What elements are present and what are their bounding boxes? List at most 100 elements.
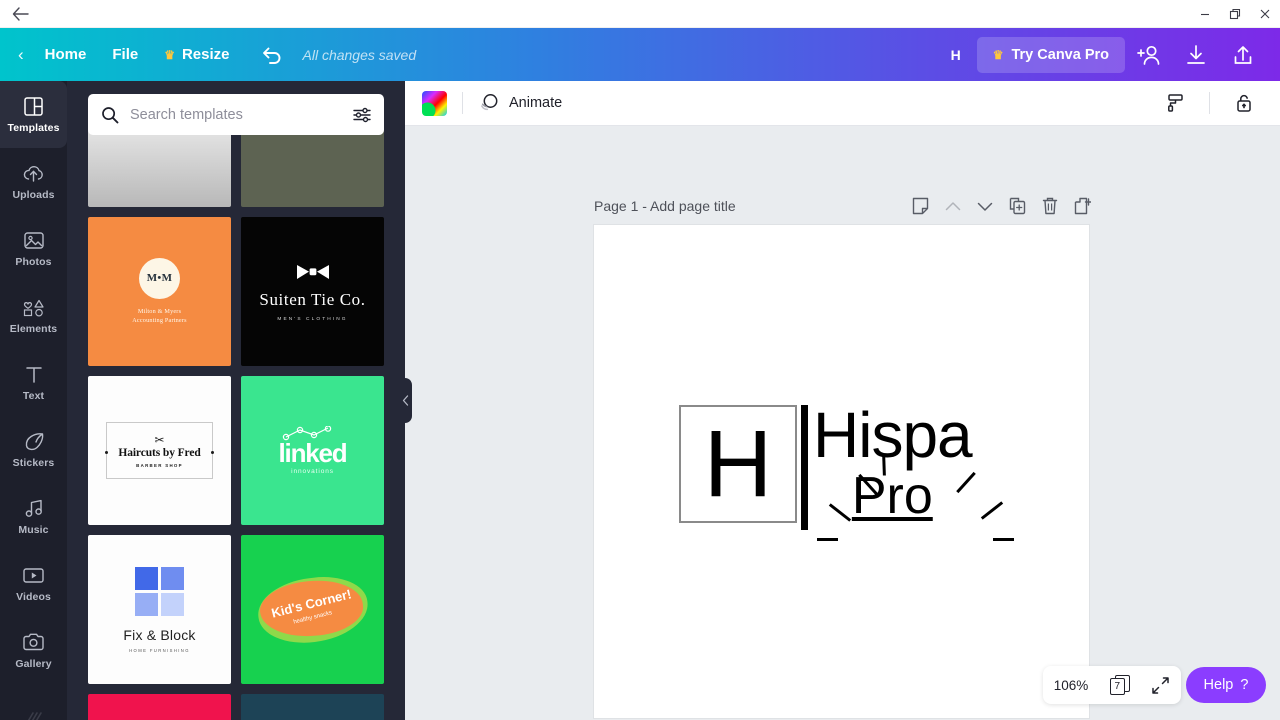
toolbar-divider bbox=[1209, 92, 1210, 114]
filter-sliders-icon[interactable] bbox=[353, 107, 371, 123]
zoom-level[interactable]: 106% bbox=[1054, 678, 1089, 693]
sidebar-item-label: Photos bbox=[15, 256, 52, 268]
music-note-icon bbox=[24, 497, 44, 519]
add-page-icon[interactable] bbox=[1074, 197, 1091, 215]
sidebar-item-gallery[interactable]: Gallery bbox=[0, 617, 67, 684]
lock-icon[interactable] bbox=[1225, 81, 1263, 126]
home-chevron-icon[interactable]: ‹ bbox=[18, 46, 24, 63]
search-bar[interactable] bbox=[88, 94, 384, 135]
share-icon[interactable] bbox=[1219, 28, 1266, 81]
templates-panel: M•M Milton & Myers Accounting Partners S… bbox=[67, 81, 405, 720]
page-count-button[interactable]: 7 bbox=[1109, 675, 1130, 695]
sidebar-item-music[interactable]: Music bbox=[0, 483, 67, 550]
toolbar-left-group: ‹ Home File ♛ Resize All changes saved bbox=[0, 28, 416, 81]
paint-roller-icon[interactable] bbox=[1156, 81, 1194, 126]
home-button[interactable]: Home bbox=[32, 28, 100, 81]
list-item[interactable]: Suiten Tie Co. MEN'S CLOTHING bbox=[241, 217, 384, 366]
list-item[interactable]: ARTENVIEW UNITED FOOTBALL CLUB bbox=[241, 694, 384, 720]
list-item[interactable]: Kid's Corner! healthy snacks bbox=[241, 535, 384, 684]
logo-word-top: Hispa bbox=[813, 399, 973, 471]
sidebar-item-label: Stickers bbox=[12, 457, 55, 469]
template-subtitle: HOME FURNISHING bbox=[129, 647, 190, 653]
sidebar-item-stickers[interactable]: Stickers bbox=[0, 416, 67, 483]
delete-icon[interactable] bbox=[1042, 197, 1058, 215]
logo-artwork[interactable]: H Hispa Pro bbox=[679, 399, 1014, 541]
animate-button[interactable]: Animate bbox=[478, 93, 562, 113]
crown-icon: ♛ bbox=[992, 47, 1004, 62]
list-item[interactable]: M•M Milton & Myers Accounting Partners bbox=[88, 217, 231, 366]
logo-letter-box: H bbox=[679, 405, 797, 523]
editor-area: Animate Page 1 - Add page title H Hispa … bbox=[405, 81, 1280, 720]
help-label: Help bbox=[1203, 677, 1234, 693]
search-input[interactable] bbox=[130, 106, 342, 123]
template-subtitle: BARBER SHOP bbox=[136, 462, 183, 468]
template-title: linked bbox=[278, 438, 348, 468]
window-titlebar bbox=[0, 0, 1280, 28]
template-caption: Milton & Myers Accounting Partners bbox=[132, 307, 187, 326]
list-item[interactable]: Folsom Fix REPAIR SHOP bbox=[88, 694, 231, 720]
list-item[interactable]: ✂ Haircuts by Fred BARBER SHOP bbox=[88, 376, 231, 525]
list-item[interactable]: linked innovations bbox=[241, 376, 384, 525]
toolbar-right-group: H ♛ Try Canva Pro bbox=[935, 28, 1280, 81]
fullscreen-icon[interactable] bbox=[1151, 676, 1170, 695]
logo-word-bottom-row: Pro bbox=[813, 470, 972, 522]
move-down-icon[interactable] bbox=[977, 201, 993, 212]
sidebar-item-videos[interactable]: Videos bbox=[0, 550, 67, 617]
sidebar-item-label: Uploads bbox=[12, 189, 55, 201]
download-icon[interactable] bbox=[1172, 28, 1219, 81]
photo-icon bbox=[23, 229, 44, 251]
ray-line bbox=[980, 501, 1004, 520]
avatar[interactable]: H bbox=[935, 47, 977, 63]
list-item[interactable]: Fix & Block HOME FURNISHING bbox=[88, 535, 231, 684]
design-canvas-page-1[interactable]: H Hispa Pro bbox=[594, 225, 1089, 718]
minimize-icon[interactable] bbox=[1190, 0, 1220, 28]
template-title: Suiten Tie Co. bbox=[259, 289, 366, 309]
sidebar-item-label: Elements bbox=[9, 323, 58, 335]
animate-label: Animate bbox=[509, 95, 563, 111]
panel-collapse-handle[interactable] bbox=[399, 378, 412, 423]
rainbow-color-swatch[interactable] bbox=[422, 90, 447, 116]
canvas-toolbar-right bbox=[1156, 81, 1263, 126]
question-mark-icon: ? bbox=[1240, 677, 1249, 693]
monogram: M•M bbox=[139, 257, 180, 299]
sidebar-item-label: Text bbox=[22, 390, 45, 402]
bowtie-icon bbox=[295, 262, 331, 282]
template-title: Fix & Block bbox=[123, 626, 196, 643]
camera-icon bbox=[23, 631, 44, 653]
sidebar-item-text[interactable]: Text bbox=[0, 349, 67, 416]
sidebar-item-templates[interactable]: Templates bbox=[0, 81, 67, 148]
move-up-icon[interactable] bbox=[945, 201, 961, 212]
duplicate-icon[interactable] bbox=[1009, 197, 1026, 215]
notes-icon[interactable] bbox=[912, 197, 929, 215]
blob-graphic: Kid's Corner! healthy snacks bbox=[254, 571, 371, 648]
network-graphic bbox=[280, 426, 346, 442]
sidebar-item-photos[interactable]: Photos bbox=[0, 215, 67, 282]
sidebar-item-label: Templates bbox=[7, 122, 60, 134]
add-people-icon[interactable] bbox=[1125, 28, 1172, 81]
shapes-icon bbox=[23, 296, 45, 318]
save-status-text: All changes saved bbox=[302, 46, 417, 63]
logo-letter: H bbox=[703, 410, 773, 517]
logo-divider-bar bbox=[801, 405, 808, 530]
resize-button[interactable]: ♛ Resize bbox=[151, 28, 242, 81]
back-arrow-icon[interactable] bbox=[0, 0, 40, 28]
close-icon[interactable] bbox=[1250, 0, 1280, 28]
canvas-toolbar: Animate bbox=[405, 81, 1280, 126]
template-subtitle: MEN'S CLOTHING bbox=[277, 316, 348, 322]
page-count-value: 7 bbox=[1109, 678, 1125, 695]
help-button[interactable]: Help ? bbox=[1186, 667, 1266, 703]
restore-icon[interactable] bbox=[1220, 0, 1250, 28]
caption-line-1: Milton & Myers bbox=[137, 307, 182, 315]
page-title[interactable]: Page 1 - Add page title bbox=[594, 198, 736, 214]
sidebar-item-uploads[interactable]: Uploads bbox=[0, 148, 67, 215]
sidebar-item-more-partial[interactable] bbox=[0, 684, 67, 720]
ray-line bbox=[993, 538, 1014, 541]
page-1-actions bbox=[912, 197, 1091, 215]
try-canva-pro-button[interactable]: ♛ Try Canva Pro bbox=[976, 36, 1125, 73]
file-menu-button[interactable]: File bbox=[99, 28, 151, 81]
sidebar-item-elements[interactable]: Elements bbox=[0, 282, 67, 349]
canvas-scroll-region[interactable]: Page 1 - Add page title H Hispa Pro bbox=[405, 126, 1280, 720]
undo-icon[interactable] bbox=[243, 28, 297, 81]
zoom-controls: 106% 7 bbox=[1043, 666, 1181, 704]
sidebar-item-label: Gallery bbox=[15, 658, 52, 670]
